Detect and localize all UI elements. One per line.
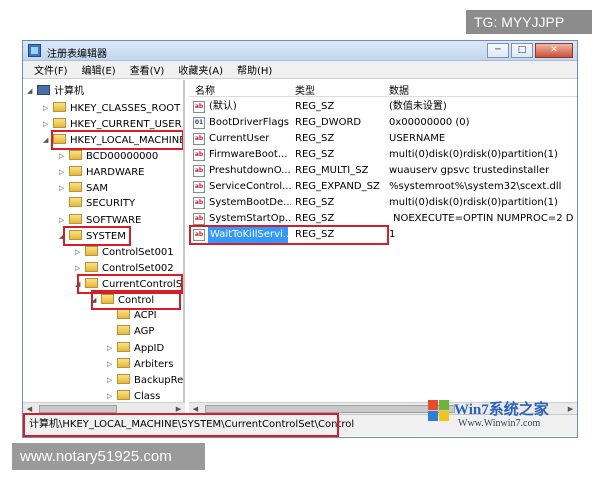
folder-icon [69,214,82,224]
scrollbar-thumb[interactable] [205,405,455,413]
title-bar[interactable]: 注册表编辑器 ─ □ ✕ [23,41,577,61]
folder-icon [117,358,130,368]
value-row[interactable]: ab ServiceControl... REG_EXPAND_SZ %syst… [189,179,577,195]
string-value-icon: ab [193,181,205,193]
tree-item-controlset001[interactable]: ▷ ControlSet001 [75,244,174,260]
collapse-arrow-icon[interactable]: ◢ [27,83,37,99]
menu-help[interactable]: 帮助(H) [230,62,279,77]
string-value-icon: ab [193,101,205,113]
tree-item-computer[interactable]: ◢ 计算机 [27,83,84,99]
menu-edit[interactable]: 编辑(E) [75,62,123,77]
menu-favorites[interactable]: 收藏夹(A) [171,62,230,77]
highlight-system [63,226,131,246]
key-tree-pane[interactable]: ◢ 计算机 ▷ HKEY_CLASSES_ROOT ▷ HKEY_CURRENT_US… [23,80,185,402]
value-row[interactable]: ab (默认) REG_SZ (数值未设置) [189,99,577,115]
folder-icon [117,390,130,400]
tree-item-hardware[interactable]: ▷ HARDWARE [59,164,144,180]
folder-icon [85,262,98,272]
highlight-hkey-local-machine [51,130,183,150]
value-row[interactable]: ab SystemBootDe... REG_SZ multi(0)disk(0… [189,195,577,211]
expand-arrow-icon[interactable]: ▷ [75,244,85,260]
tree-item-security[interactable]: SECURITY [59,196,135,212]
column-name[interactable]: 名称 [195,82,215,97]
highlight-waittokillservicetimeout [189,225,389,245]
highlight-control [91,290,181,310]
expand-arrow-icon[interactable]: ▷ [107,356,117,372]
folder-icon [53,118,66,128]
minimize-button[interactable]: ─ [487,43,509,58]
expand-arrow-icon[interactable]: ▷ [107,340,117,356]
expand-arrow-icon[interactable]: ▷ [107,388,117,402]
logo-url: Www.Winwin7.com [458,418,541,429]
binary-value-icon: 01 [193,117,205,129]
folder-icon [85,246,98,256]
tree-item-acpi[interactable]: ACPI [107,308,157,324]
string-value-icon: ab [193,149,205,161]
tree-item-agp[interactable]: AGP [107,324,154,340]
folder-icon [69,150,82,160]
value-list-pane[interactable]: 名称 类型 数据 ab (默认) REG_SZ (数值未设置) 01 BootD… [189,80,577,402]
folder-icon [117,309,130,319]
registry-editor-window: 注册表编辑器 ─ □ ✕ 文件(F) 编辑(E) 查看(V) 收藏夹(A) 帮助… [22,40,578,438]
tree-item-appid[interactable]: ▷ AppID [107,340,164,356]
menu-file[interactable]: 文件(F) [27,62,75,77]
string-value-icon: ab [193,197,205,209]
watermark-bottom: www.notary51925.com [12,443,205,470]
watermark-top: TG: MYYJJPP [466,10,592,34]
string-value-icon: ab [193,133,205,145]
string-value-icon: ab [193,213,205,225]
tree-item-arbiters[interactable]: ▷ Arbiters [107,356,173,372]
value-row[interactable]: 01 BootDriverFlags REG_DWORD 0x00000000 … [189,115,577,131]
list-header: 名称 类型 数据 [189,80,577,97]
close-button[interactable]: ✕ [535,43,573,58]
scrollbar-thumb[interactable] [39,405,117,413]
folder-icon [117,374,130,384]
expand-arrow-icon[interactable]: ▷ [59,164,69,180]
folder-icon [117,342,130,352]
string-value-icon: ab [193,165,205,177]
folder-icon [69,182,82,192]
folder-icon [53,102,66,112]
menu-bar: 文件(F) 编辑(E) 查看(V) 收藏夹(A) 帮助(H) [23,61,577,79]
win7-logo: Win7系统之家 Www.Winwin7.com [428,398,578,434]
tree-item-bcd[interactable]: ▷ BCD00000000 [59,148,158,164]
expand-arrow-icon[interactable]: ▷ [43,100,53,116]
windows-flag-icon [428,400,450,422]
value-row[interactable]: ab FirmwareBoot... REG_SZ multi(0)disk(0… [189,147,577,163]
computer-icon [37,85,50,95]
value-row[interactable]: ab CurrentUser REG_SZ USERNAME [189,131,577,147]
tree-item-class[interactable]: ▷ Class [107,388,160,402]
regedit-icon [28,44,41,57]
expand-arrow-icon[interactable]: ▷ [107,372,117,388]
menu-view[interactable]: 查看(V) [123,62,172,77]
logo-text: Win7系统之家 [454,402,549,418]
column-data[interactable]: 数据 [389,82,409,97]
tree-item-hkey-classes-root[interactable]: ▷ HKEY_CLASSES_ROOT [43,100,180,116]
folder-icon [117,325,130,335]
highlight-status-path [23,413,339,437]
maximize-button[interactable]: □ [511,43,533,58]
column-type[interactable]: 类型 [295,82,315,97]
tree-item-backuprestore[interactable]: ▷ BackupRe [107,372,183,388]
tree-item-sam[interactable]: ▷ SAM [59,180,108,196]
folder-icon [69,166,82,176]
window-title: 注册表编辑器 [47,49,107,60]
value-row[interactable]: ab PreshutdownO... REG_MULTI_SZ wuauserv… [189,163,577,179]
expand-arrow-icon[interactable]: ▷ [59,148,69,164]
expand-arrow-icon[interactable]: ▷ [59,180,69,196]
folder-icon [69,197,82,207]
